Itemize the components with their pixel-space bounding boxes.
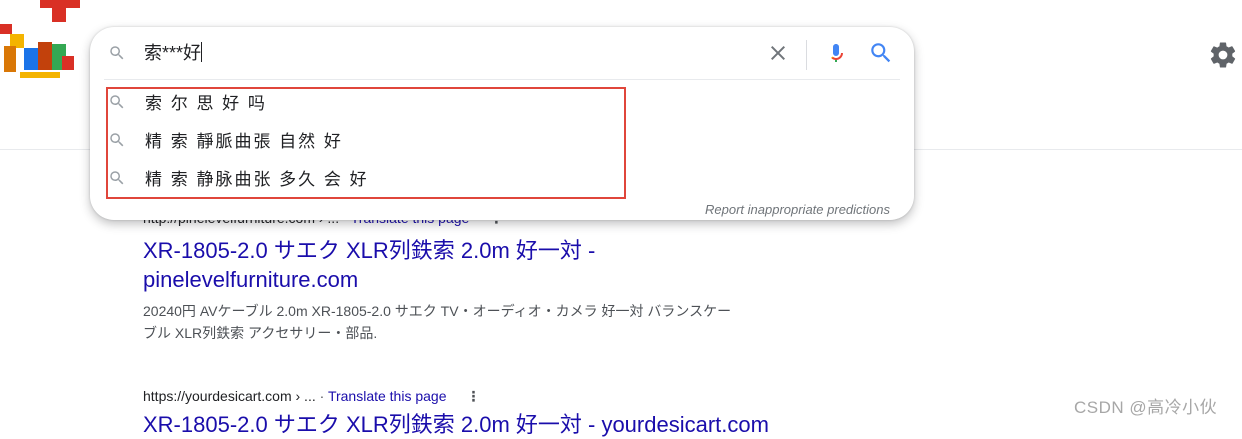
search-input-row: 索***好	[90, 27, 914, 79]
result-url[interactable]: https://yourdesicart.com › ...	[143, 388, 316, 404]
result-title[interactable]: XR-1805-2.0 サエク XLR列鉄索 2.0m 好一対 - pinele…	[143, 236, 843, 294]
watermark: CSDN @高冷小伙	[1074, 398, 1218, 417]
search-result: http://pinelevelfurniture.com › ... Tran…	[143, 208, 843, 344]
result-title-line: pinelevelfurniture.com	[143, 267, 359, 292]
translate-link[interactable]: Translate this page	[328, 388, 447, 404]
dropdown-divider	[104, 79, 900, 80]
search-query-text: 索***好	[144, 43, 202, 63]
more-vert-icon[interactable]: ⋮	[466, 386, 480, 406]
text-caret	[201, 42, 203, 62]
search-result: https://yourdesicart.com › ... · Transla…	[143, 386, 843, 439]
result-title[interactable]: XR-1805-2.0 サエク XLR列鉄索 2.0m 好一対 - yourde…	[143, 410, 843, 439]
result-cite: https://yourdesicart.com › ... · Transla…	[143, 386, 843, 406]
snippet-line: ブル XLR列鉄索 アクセサリー・部品.	[143, 325, 378, 341]
mic-icon[interactable]	[824, 40, 848, 66]
result-title-line: XR-1805-2.0 サエク XLR列鉄索 2.0m 好一対 -	[143, 238, 596, 263]
close-icon[interactable]	[766, 41, 790, 65]
result-snippet: 20240円 AVケーブル 2.0m XR-1805-2.0 サエク TV・オー…	[143, 300, 823, 344]
cite-separator: ·	[319, 388, 325, 404]
search-icon	[110, 46, 124, 60]
search-button[interactable]	[868, 40, 894, 66]
search-input[interactable]: 索***好	[144, 41, 704, 65]
snippet-line: 20240円 AVケーブル 2.0m XR-1805-2.0 サエク TV・オー…	[143, 303, 732, 319]
input-separator	[806, 40, 807, 70]
report-predictions-link[interactable]: Report inappropriate predictions	[705, 202, 890, 217]
highlight-box	[106, 87, 626, 199]
